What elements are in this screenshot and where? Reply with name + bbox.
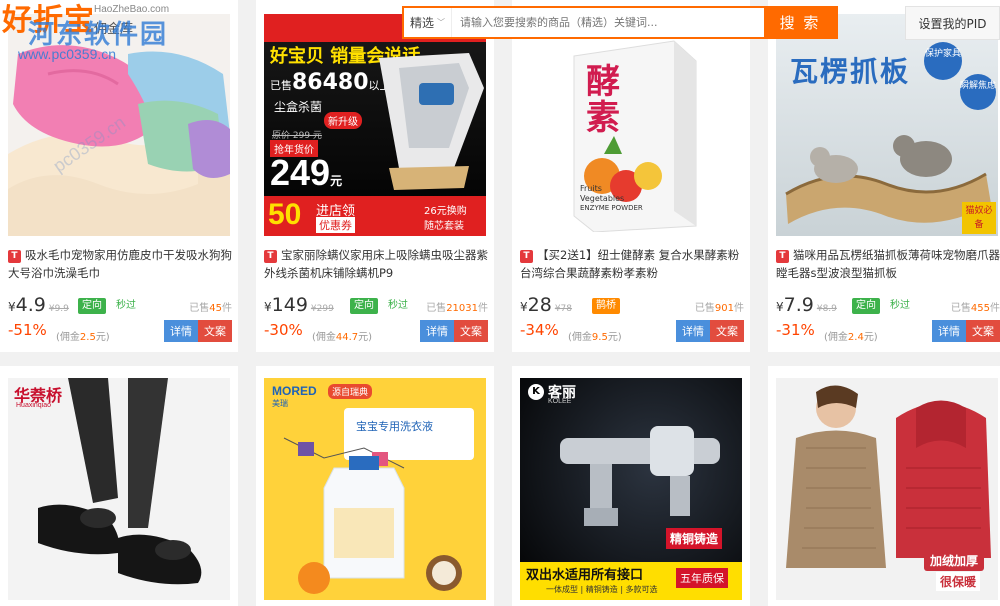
product-title[interactable]: T 吸水毛巾宠物家用仿鹿皮巾干发吸水狗狗大号浴巾洗澡毛巾 [8,246,232,282]
watermark-url: www.pc0359.cn [18,46,117,62]
price: ¥149 ¥299 [264,294,334,316]
flash-label: 秒过 [890,300,910,311]
copy-text-button[interactable]: 文案 [710,320,744,342]
product-title[interactable]: T 猫咪用品瓦楞纸猫抓板薄荷味宠物磨爪器瞠毛器s型波浪型猫抓板 [776,246,1000,282]
tmall-badge-icon: T [8,250,21,263]
tag-directed: 定向 [350,298,378,314]
chevron-down-icon: ﹀ [437,18,445,27]
tmall-badge-icon: T [776,250,789,263]
tmall-badge-icon: T [264,250,277,263]
discount-percent: -51% [8,321,47,339]
detail-button[interactable]: 详情 [676,320,710,342]
tag-magpie-bridge: 鹊桥 [592,298,620,314]
price-row: ¥149 ¥299 定向 秒过 已售21031件 [264,294,488,318]
discount-percent: -34% [520,321,559,339]
tag-directed: 定向 [78,298,106,314]
original-price: ¥8.9 [816,304,837,314]
discount-row: -34% (佣金9.5元) 详情 文案 [520,320,744,344]
product-title[interactable]: T 【买2送1】纽士健酵素 复合水果酵素粉 台湾综合果蔬酵素粉孝素粉 [520,246,744,282]
commission: (佣金9.5元) [568,332,622,343]
discount-percent: -30% [264,321,303,339]
copy-text-button[interactable]: 文案 [966,320,1000,342]
original-price: ¥299 [310,304,334,314]
copy-text-button[interactable]: 文案 [198,320,232,342]
product-image-shoes[interactable]: 华萘桥 Huaxinqiao [8,378,230,600]
product-card[interactable]: 酵素 Fruits Vegetables ENZYME POWDER T 【买2送… [512,0,750,352]
price-row: ¥28 ¥78 鹊桥 已售901件 [520,294,744,318]
price: ¥7.9 ¥8.9 [776,294,837,316]
sold-count: 已售21031件 [426,303,488,314]
sold-count: 已售455件 [950,303,1000,314]
product-image-jacket[interactable]: 加绒加厚 很保暖 [776,378,998,600]
discount-percent: -31% [776,321,815,339]
site-logo[interactable]: 好折宝 HaoZheBao.com 佣金库 河东软件园 www.pc0359.c… [0,0,250,63]
product-image-faucet[interactable]: K 客丽 KOLEE 精铜铸造 双出水适用所有接口 一体成型 | 精铜铸造 | … [520,378,742,600]
price: ¥4.9 ¥9.9 [8,294,69,316]
detail-button[interactable]: 详情 [164,320,198,342]
flash-label: 秒过 [388,300,408,311]
tmall-badge-icon: T [520,250,533,263]
product-card[interactable]: 加绒加厚 很保暖 [768,366,1000,606]
search-bar: 精选﹀ 搜 索 [402,6,838,39]
discount-row: -51% (佣金2.5元) 详情 文案 [8,320,232,344]
product-card[interactable]: K 客丽 KOLEE 精铜铸造 双出水适用所有接口 一体成型 | 精铜铸造 | … [512,366,750,606]
tag-directed: 定向 [852,298,880,314]
product-grid: pc0359.cn T 吸水毛巾宠物家用仿鹿皮巾干发吸水狗狗大号浴巾洗澡毛巾 ¥4… [0,0,1000,606]
product-card[interactable]: 华萘桥 Huaxinqiao [0,366,238,606]
search-scope-dropdown[interactable]: 精选 ﹀ [404,8,452,37]
original-price: ¥9.9 [48,304,69,314]
product-title[interactable]: T 宝家丽除螨仪家用床上吸除螨虫吸尘器紫外线杀菌机床铺除螨机P9 [264,246,488,282]
price: ¥28 ¥78 [520,294,573,316]
product-card[interactable]: MORED 美瑞 源自瑞典 宝宝专用洗衣液 [256,366,494,606]
commission: (佣金2.5元) [56,332,110,343]
copy-text-button[interactable]: 文案 [454,320,488,342]
flash-label: 秒过 [116,300,136,311]
sold-count: 已售901件 [694,303,744,314]
price-row: ¥4.9 ¥9.9 定向 秒过 已售45件 [8,294,232,318]
price-row: ¥7.9 ¥8.9 定向 秒过 已售455件 [776,294,1000,318]
discount-row: -30% (佣金44.7元) 详情 文案 [264,320,488,344]
detail-button[interactable]: 详情 [932,320,966,342]
search-button[interactable]: 搜 索 [764,8,836,37]
search-input[interactable] [452,8,764,37]
product-image-laundry[interactable]: MORED 美瑞 源自瑞典 宝宝专用洗衣液 [264,378,486,600]
product-card[interactable]: 好宝贝 销量会说话 已售86480以上 尘盒杀菌 新升级 原价 299 元 抢年… [256,0,494,352]
top-bar: 好折宝 HaoZheBao.com 佣金库 河东软件园 www.pc0359.c… [0,0,1000,63]
product-card[interactable]: 瓦楞抓板 保护家具 瞬解焦虑 猫奴必备 T 猫咪用品瓦楞纸猫抓板薄荷味宠物磨爪器瞠… [768,0,1000,352]
original-price: ¥78 [554,304,573,314]
commission: (佣金44.7元) [312,332,373,343]
discount-row: -31% (佣金2.4元) 详情 文案 [776,320,1000,344]
set-pid-button[interactable]: 设置我的PID [905,6,1000,40]
detail-button[interactable]: 详情 [420,320,454,342]
commission: (佣金2.4元) [824,332,878,343]
sold-count: 已售45件 [189,303,232,314]
